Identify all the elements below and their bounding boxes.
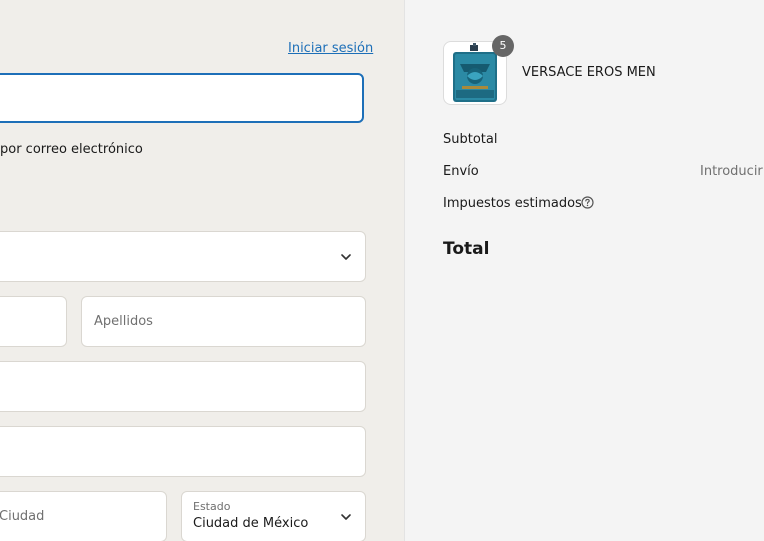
product-thumbnail: 5 xyxy=(443,35,514,105)
estimated-taxes-label: Impuestos estimados xyxy=(443,196,582,211)
chevron-down-icon xyxy=(341,254,351,260)
order-summary: 5 VERSACE EROS MEN Subtotal Envío Introd… xyxy=(404,0,764,541)
login-link[interactable]: Iniciar sesión xyxy=(288,41,373,56)
checkout-page: Iniciar sesión por correo electrónico Ap… xyxy=(0,0,764,541)
newsletter-label[interactable]: por correo electrónico xyxy=(0,142,143,157)
country-select[interactable] xyxy=(0,231,366,282)
state-label: Estado xyxy=(193,500,231,513)
apartment-field[interactable] xyxy=(0,426,366,477)
state-value: Ciudad de México xyxy=(193,516,309,531)
email-field[interactable] xyxy=(0,73,364,123)
first-name-field[interactable] xyxy=(0,296,67,347)
city-field[interactable]: Ciudad xyxy=(0,491,167,541)
question-circle-icon[interactable] xyxy=(581,196,594,209)
product-name: VERSACE EROS MEN xyxy=(522,65,656,80)
city-placeholder: Ciudad xyxy=(0,509,45,524)
subtotal-label: Subtotal xyxy=(443,132,498,147)
address-field[interactable] xyxy=(0,361,366,412)
chevron-down-icon xyxy=(341,514,351,520)
state-select[interactable]: Estado Ciudad de México xyxy=(181,491,366,541)
last-name-field[interactable]: Apellidos xyxy=(81,296,366,347)
shipping-label: Envío xyxy=(443,164,479,179)
total-label: Total xyxy=(443,239,490,259)
shipping-value: Introducir xyxy=(700,164,763,179)
last-name-placeholder: Apellidos xyxy=(94,314,153,329)
quantity-badge: 5 xyxy=(492,35,514,57)
